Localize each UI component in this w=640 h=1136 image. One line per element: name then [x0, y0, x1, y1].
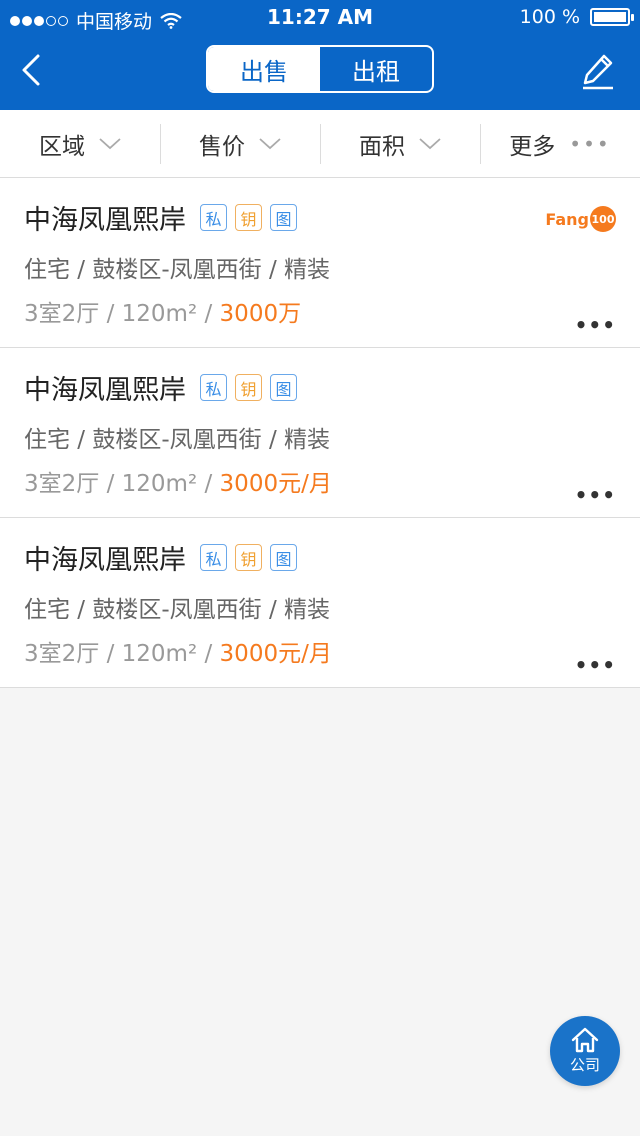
listing-price: 3000元/月	[219, 641, 332, 667]
filter-more[interactable]: 更多 •••	[480, 110, 640, 177]
tag-key: 钥	[235, 204, 262, 231]
listing-card[interactable]: 中海凤凰熙岸 私 钥 图 住宅 / 鼓楼区-凤凰西街 / 精装 3室2厅 / 1…	[0, 518, 640, 688]
tag-key: 钥	[235, 374, 262, 401]
filter-price[interactable]: 售价	[160, 110, 320, 177]
filter-more-label: 更多	[509, 133, 556, 160]
listing-price: 3000元/月	[219, 471, 332, 497]
listing-price: 3000万	[219, 301, 302, 327]
tag-key: 钥	[235, 544, 262, 571]
filter-size-label: 面积	[359, 133, 405, 160]
listing-list: 中海凤凰熙岸 私 钥 图 Fang 100 住宅 / 鼓楼区-凤凰西街 / 精装…	[0, 178, 640, 688]
tag-private: 私	[200, 544, 227, 571]
listing-details: 住宅 / 鼓楼区-凤凰西街 / 精装	[24, 427, 331, 453]
tag-private: 私	[200, 374, 227, 401]
tab-sale[interactable]: 出售	[208, 47, 320, 91]
tab-rent[interactable]: 出租	[320, 47, 432, 91]
listing-title-row: 中海凤凰熙岸 私 钥 图	[24, 538, 297, 577]
listing-details: 住宅 / 鼓楼区-凤凰西街 / 精装	[24, 257, 331, 283]
more-options-icon[interactable]: •••	[575, 483, 616, 507]
listing-specs: 3室2厅 / 120m² / 3000万	[24, 294, 301, 328]
back-chevron-icon[interactable]	[18, 50, 48, 90]
header: 中国移动 11:27 AM 100 % 出售 出租	[0, 0, 640, 110]
battery-icon	[590, 8, 634, 26]
listing-card[interactable]: 中海凤凰熙岸 私 钥 图 Fang 100 住宅 / 鼓楼区-凤凰西街 / 精装…	[0, 178, 640, 348]
filter-bar: 区域 售价 面积 更多 •••	[0, 110, 640, 178]
filter-size[interactable]: 面积	[320, 110, 480, 177]
chevron-down-icon	[419, 137, 441, 149]
chevron-down-icon	[259, 137, 281, 149]
chevron-down-icon	[99, 137, 121, 149]
listing-specs: 3室2厅 / 120m² / 3000元/月	[24, 634, 332, 668]
filter-price-label: 售价	[199, 133, 245, 160]
home-icon	[571, 1027, 599, 1053]
filter-area[interactable]: 区域	[0, 110, 160, 177]
tag-image: 图	[270, 544, 297, 571]
tag-image: 图	[270, 374, 297, 401]
company-home-button[interactable]: 公司	[550, 1016, 620, 1086]
brand-number: 100	[590, 206, 616, 232]
listing-card[interactable]: 中海凤凰熙岸 私 钥 图 住宅 / 鼓楼区-凤凰西街 / 精装 3室2厅 / 1…	[0, 348, 640, 518]
listing-details: 住宅 / 鼓楼区-凤凰西街 / 精装	[24, 597, 331, 623]
listing-layout-size: 3室2厅 / 120m² /	[24, 301, 220, 327]
tag-image: 图	[270, 204, 297, 231]
battery-label: 100 %	[519, 6, 580, 28]
edit-pencil-icon[interactable]	[580, 50, 616, 90]
listing-layout-size: 3室2厅 / 120m² /	[24, 641, 220, 667]
sale-rent-segmented-control: 出售 出租	[206, 45, 434, 93]
navigation-bar: 出售 出租	[0, 36, 640, 110]
more-options-icon[interactable]: •••	[575, 313, 616, 337]
more-options-icon[interactable]: •••	[575, 653, 616, 677]
status-bar: 中国移动 11:27 AM 100 %	[0, 0, 640, 36]
listing-title: 中海凤凰熙岸	[24, 375, 186, 406]
listing-title: 中海凤凰熙岸	[24, 545, 186, 576]
listing-specs: 3室2厅 / 120m² / 3000元/月	[24, 464, 332, 498]
listing-title-row: 中海凤凰熙岸 私 钥 图	[24, 198, 297, 237]
status-right: 100 %	[519, 6, 634, 28]
filter-area-label: 区域	[39, 133, 85, 160]
more-dots-icon: •••	[569, 131, 611, 156]
listing-title-row: 中海凤凰熙岸 私 钥 图	[24, 368, 297, 407]
tag-private: 私	[200, 204, 227, 231]
company-label: 公司	[569, 1056, 600, 1074]
listing-layout-size: 3室2厅 / 120m² /	[24, 471, 220, 497]
listing-title: 中海凤凰熙岸	[24, 205, 186, 236]
brand-text: Fang	[545, 209, 589, 229]
fang100-logo: Fang 100	[545, 206, 616, 232]
